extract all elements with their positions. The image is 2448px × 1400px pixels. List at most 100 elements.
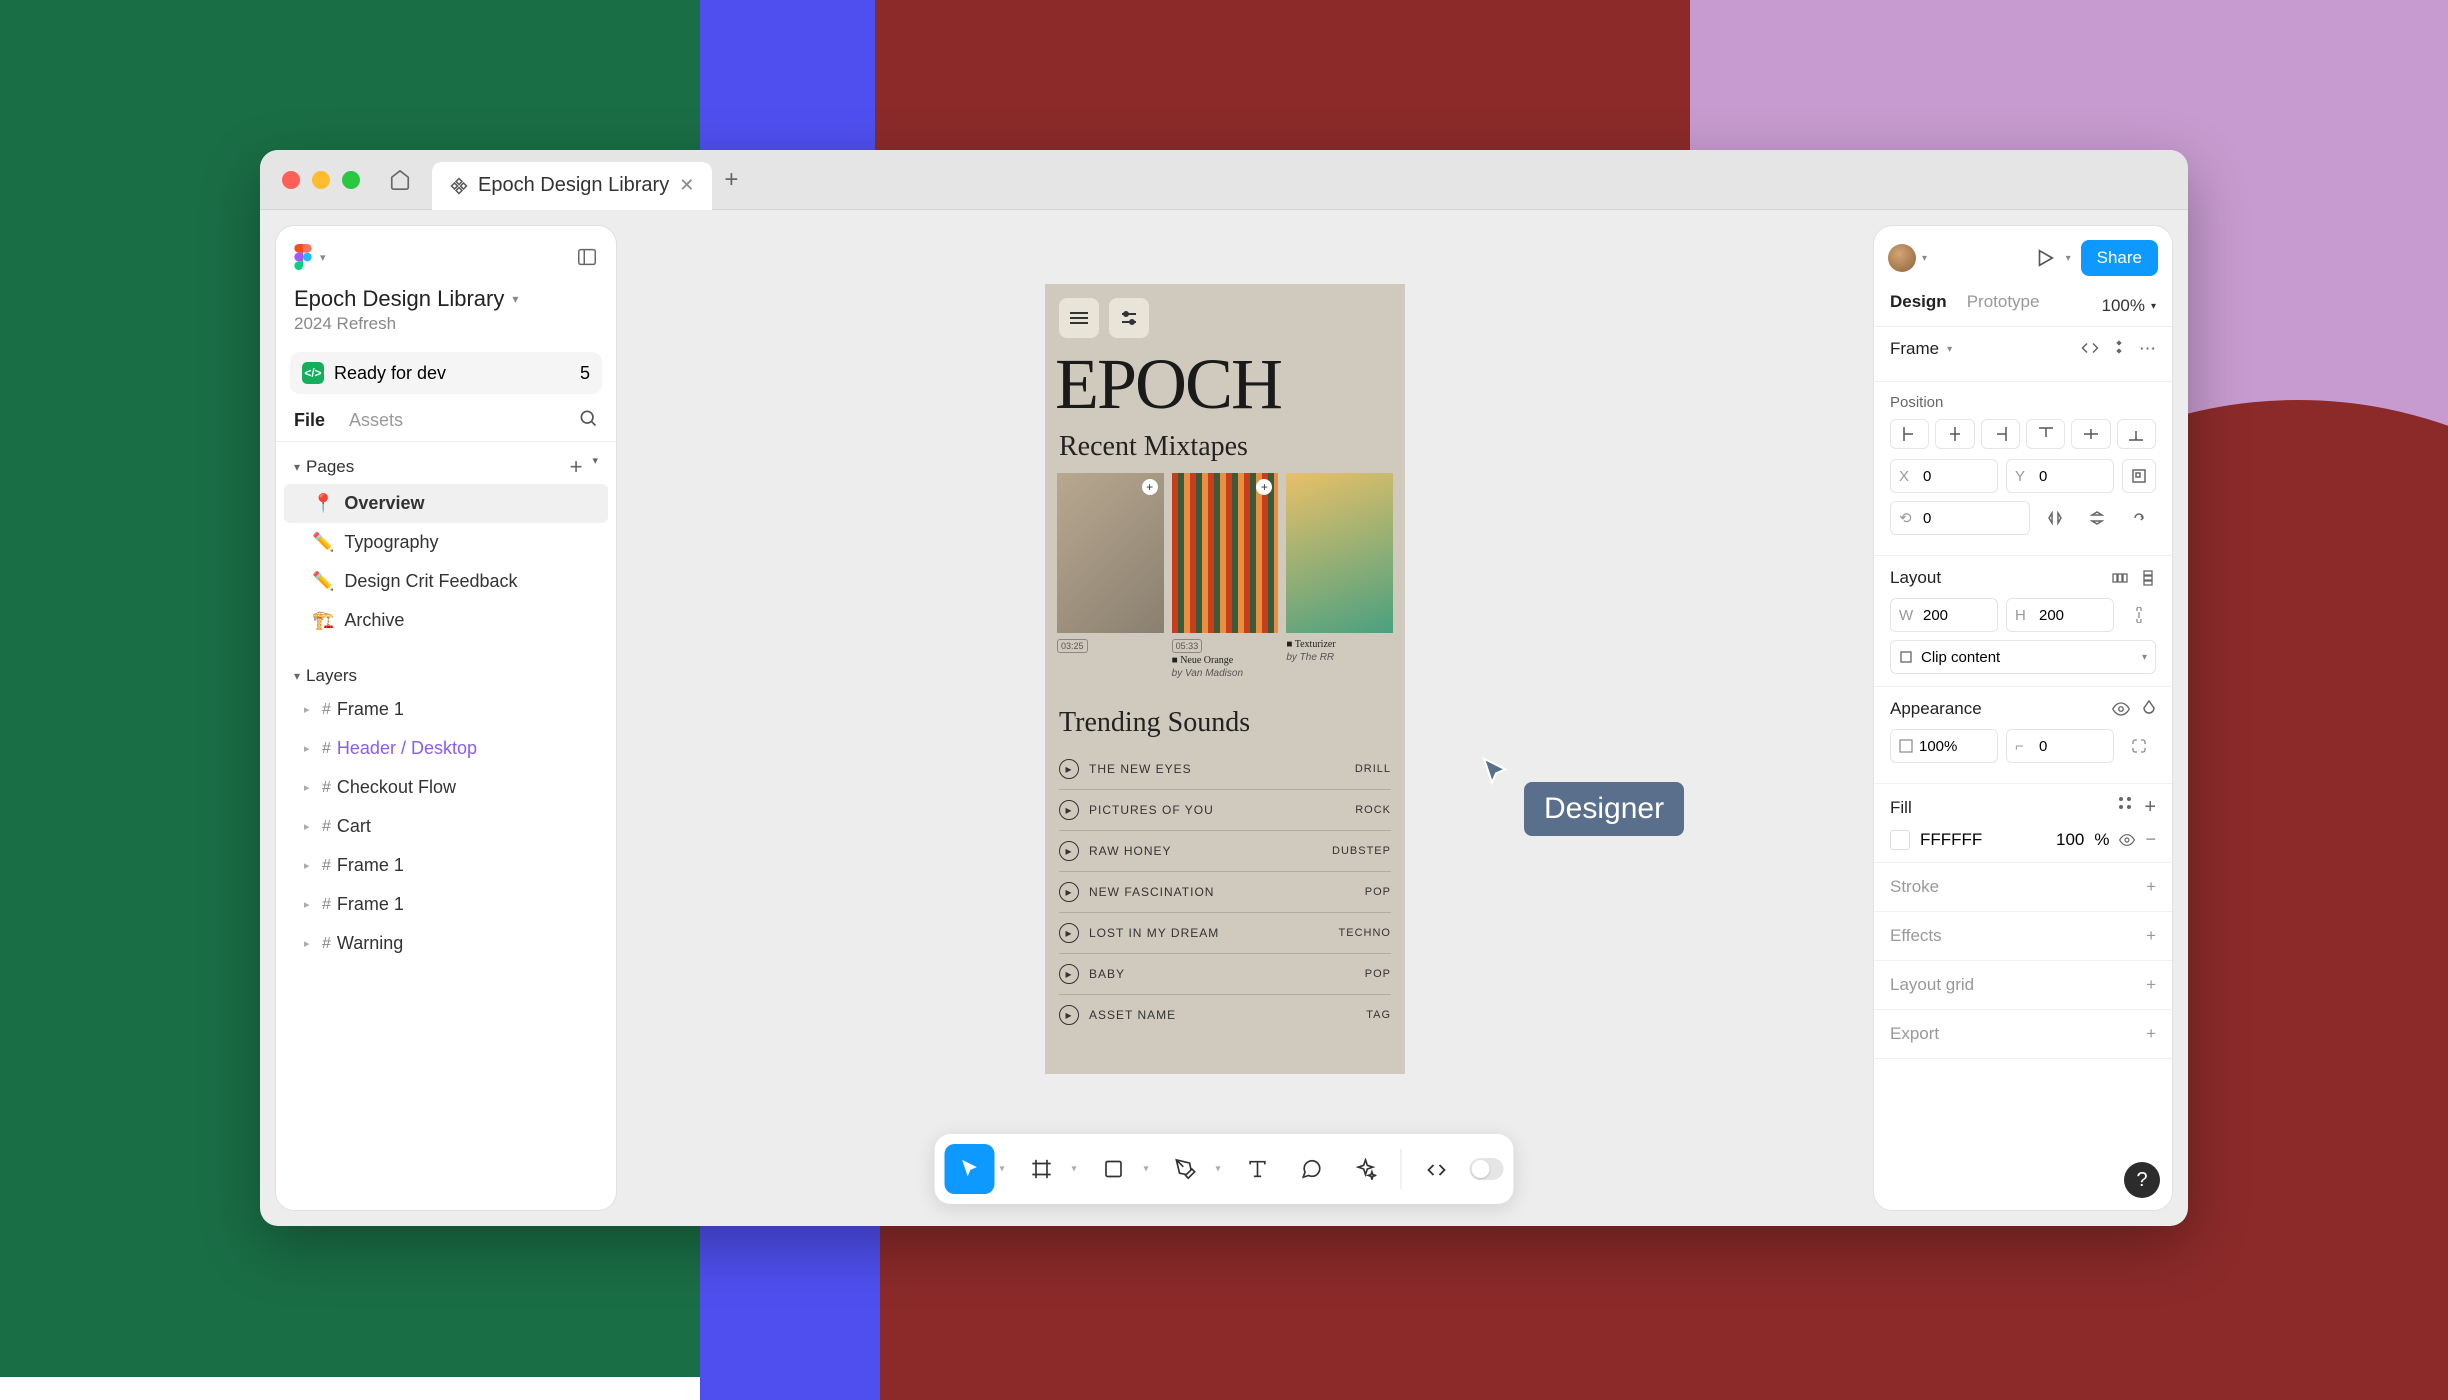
layer-item[interactable]: ▸#Warning: [284, 924, 608, 963]
dev-mode-toggle[interactable]: [1412, 1144, 1462, 1194]
x-input[interactable]: X0: [1890, 459, 1998, 493]
fill-styles-button[interactable]: [2118, 796, 2132, 819]
y-input[interactable]: Y0: [2006, 459, 2114, 493]
constrain-proportions-button[interactable]: [2122, 598, 2156, 632]
layer-item[interactable]: ▸#Checkout Flow: [284, 768, 608, 807]
chevron-right-icon[interactable]: ▸: [304, 820, 316, 833]
chevron-right-icon[interactable]: ▸: [304, 937, 316, 950]
text-tool[interactable]: [1233, 1144, 1283, 1194]
chevron-right-icon[interactable]: ▸: [304, 781, 316, 794]
maximize-window-button[interactable]: [342, 171, 360, 189]
close-tab-button[interactable]: ✕: [679, 175, 694, 196]
align-center-h-button[interactable]: [1935, 419, 1974, 449]
user-menu[interactable]: ▾: [1888, 244, 1927, 272]
file-tab[interactable]: File: [294, 410, 325, 431]
assets-tab[interactable]: Assets: [349, 410, 403, 431]
autolayout-h-button[interactable]: [2112, 570, 2128, 586]
align-center-v-button[interactable]: [2071, 419, 2110, 449]
flip-h-button[interactable]: [2038, 501, 2072, 535]
page-item[interactable]: 🏗️Archive: [284, 601, 608, 640]
absolute-position-button[interactable]: [2122, 459, 2156, 493]
actions-tool[interactable]: [1341, 1144, 1391, 1194]
share-button[interactable]: Share: [2081, 240, 2158, 276]
home-button[interactable]: [378, 161, 422, 199]
align-right-button[interactable]: [1981, 419, 2020, 449]
file-tab[interactable]: Epoch Design Library ✕: [432, 162, 712, 210]
dev-mode-switch[interactable]: [1470, 1158, 1504, 1180]
component-icon[interactable]: [2111, 339, 2127, 359]
chevron-right-icon[interactable]: ▸: [304, 703, 316, 716]
chevron-down-icon[interactable]: ▾: [1071, 1164, 1076, 1175]
design-tab[interactable]: Design: [1890, 292, 1947, 320]
layer-item[interactable]: ▸#Cart: [284, 807, 608, 846]
close-window-button[interactable]: [282, 171, 300, 189]
remove-fill-button[interactable]: −: [2145, 829, 2156, 850]
frame-type-dropdown[interactable]: Frame ▾: [1890, 339, 1952, 359]
fill-hex[interactable]: FFFFFF: [1920, 830, 1982, 850]
fill-opacity[interactable]: 100: [2056, 830, 2084, 850]
chevron-down-icon[interactable]: ▾: [1215, 1164, 1220, 1175]
add-icon[interactable]: +: [2146, 926, 2156, 946]
chevron-down-icon[interactable]: ▾: [999, 1164, 1004, 1175]
export-section[interactable]: Export+: [1874, 1010, 2172, 1059]
present-button[interactable]: [2034, 247, 2056, 269]
visibility-toggle[interactable]: [2119, 832, 2135, 848]
page-item[interactable]: ✏️Design Crit Feedback: [284, 562, 608, 601]
chevron-right-icon[interactable]: ▸: [304, 859, 316, 872]
height-input[interactable]: H200: [2006, 598, 2114, 632]
align-left-button[interactable]: [1890, 419, 1929, 449]
pen-tool[interactable]: ▾: [1161, 1144, 1211, 1194]
corner-radius-input[interactable]: ⌐0: [2006, 729, 2114, 763]
align-top-button[interactable]: [2026, 419, 2065, 449]
page-options-button[interactable]: ▾: [592, 454, 598, 480]
shape-tool[interactable]: ▾: [1089, 1144, 1139, 1194]
layer-item[interactable]: ▸#Frame 1: [284, 690, 608, 729]
dev-status-row[interactable]: </> Ready for dev 5: [290, 352, 602, 394]
zoom-control[interactable]: 100% ▾: [2101, 292, 2156, 320]
help-button[interactable]: ?: [2124, 1162, 2160, 1198]
layer-item[interactable]: ▸#Frame 1: [284, 846, 608, 885]
flip-v-button[interactable]: [2080, 501, 2114, 535]
align-bottom-button[interactable]: [2117, 419, 2156, 449]
canvas-frame[interactable]: EPOCH Recent Mixtapes + + 03:2505:33■ Ne…: [1045, 284, 1405, 1074]
visibility-icon[interactable]: [2112, 700, 2130, 718]
chevron-down-icon[interactable]: ▾: [1143, 1164, 1148, 1175]
layout-grid-section[interactable]: Layout grid+: [1874, 961, 2172, 1010]
search-button[interactable]: [578, 408, 598, 428]
add-fill-button[interactable]: +: [2144, 796, 2156, 819]
autolayout-v-button[interactable]: [2140, 570, 2156, 586]
opacity-input[interactable]: 100%: [1890, 729, 1998, 763]
stroke-section[interactable]: Stroke+: [1874, 863, 2172, 912]
blend-mode-icon[interactable]: [2142, 700, 2156, 718]
chevron-right-icon[interactable]: ▸: [304, 898, 316, 911]
width-input[interactable]: W200: [1890, 598, 1998, 632]
code-icon[interactable]: [2081, 339, 2099, 359]
chevron-down-icon[interactable]: ▾: [2066, 253, 2071, 264]
chevron-right-icon[interactable]: ▸: [304, 742, 316, 755]
frame-tool[interactable]: ▾: [1017, 1144, 1067, 1194]
page-item[interactable]: ✏️Typography: [284, 523, 608, 562]
add-icon[interactable]: +: [2146, 1024, 2156, 1044]
collapse-panel-button[interactable]: [576, 246, 598, 268]
prototype-tab[interactable]: Prototype: [1967, 292, 2040, 320]
layer-item[interactable]: ▸#Frame 1: [284, 885, 608, 924]
rotation-input[interactable]: ⟲0: [1890, 501, 2030, 535]
independent-corners-button[interactable]: [2122, 729, 2156, 763]
add-icon[interactable]: +: [2146, 877, 2156, 897]
new-tab-button[interactable]: +: [724, 166, 738, 194]
layers-section-toggle[interactable]: ▾ Layers: [294, 666, 357, 686]
rotate-90-button[interactable]: [2122, 501, 2156, 535]
add-page-button[interactable]: +: [570, 454, 583, 480]
clip-content-dropdown[interactable]: Clip content ▾: [1890, 640, 2156, 674]
pages-section-toggle[interactable]: ▾ Pages: [294, 457, 354, 477]
comment-tool[interactable]: [1287, 1144, 1337, 1194]
chevron-down-icon[interactable]: ▾: [512, 292, 518, 306]
more-icon[interactable]: ⋯: [2139, 339, 2156, 359]
move-tool[interactable]: ▾: [945, 1144, 995, 1194]
figma-menu[interactable]: ▾: [294, 244, 326, 270]
minimize-window-button[interactable]: [312, 171, 330, 189]
effects-section[interactable]: Effects+: [1874, 912, 2172, 961]
fill-swatch[interactable]: [1890, 830, 1910, 850]
layer-item[interactable]: ▸#Header / Desktop: [284, 729, 608, 768]
add-icon[interactable]: +: [2146, 975, 2156, 995]
